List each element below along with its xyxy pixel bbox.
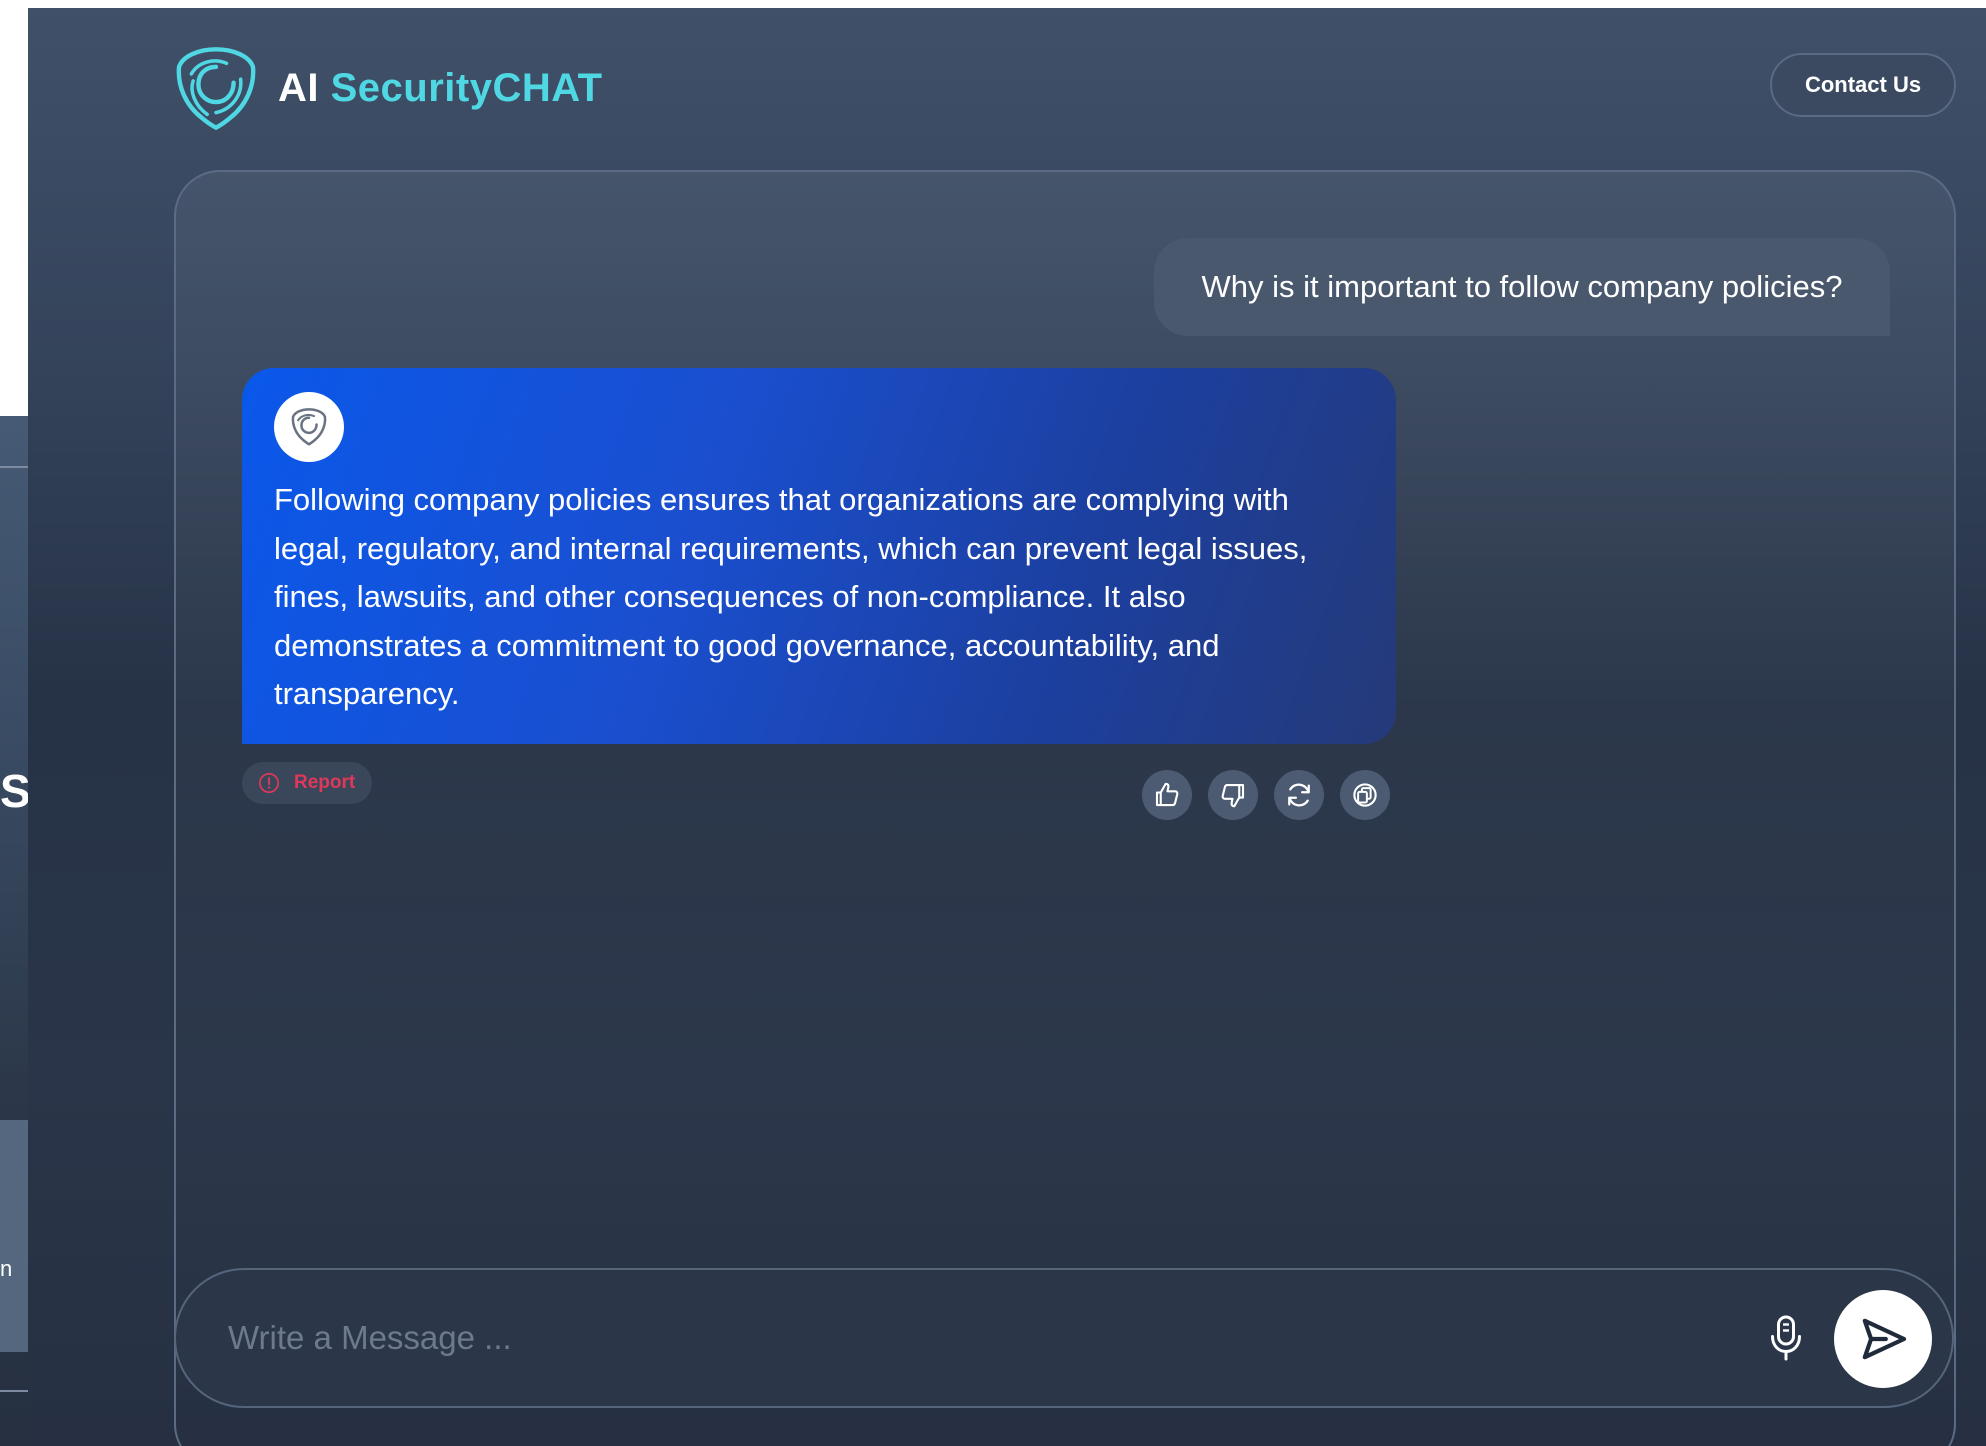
send-button[interactable] xyxy=(1834,1290,1932,1388)
copy-icon xyxy=(1353,783,1377,807)
thumbs-up-icon xyxy=(1155,782,1179,807)
voice-input-button[interactable] xyxy=(1756,1306,1816,1370)
assistant-message-bubble: Following company policies ensures that … xyxy=(242,368,1396,744)
assistant-message-text: Following company policies ensures that … xyxy=(274,482,1308,711)
background-window-divider xyxy=(0,1390,28,1392)
background-window-heading: S xyxy=(0,766,28,816)
thumbs-down-icon xyxy=(1221,783,1245,808)
report-label: Report xyxy=(294,772,356,793)
alert-circle-icon xyxy=(259,773,279,793)
microphone-icon xyxy=(1771,1315,1801,1361)
chat-app-window: AI SecurityCHAT Contact Us Why is it imp… xyxy=(28,8,1986,1446)
regenerate-button[interactable] xyxy=(1274,770,1324,820)
regenerate-icon xyxy=(1288,783,1310,807)
brand[interactable]: AI SecurityCHAT xyxy=(172,42,603,134)
brand-title: AI SecurityCHAT xyxy=(278,68,603,108)
send-icon xyxy=(1862,1318,1907,1360)
user-message-bubble: Why is it important to follow company po… xyxy=(1154,238,1890,336)
dislike-button[interactable] xyxy=(1208,770,1258,820)
shield-logo-icon xyxy=(176,47,256,131)
assistant-avatar xyxy=(274,392,344,462)
chat-panel xyxy=(174,170,1956,1446)
message-input[interactable] xyxy=(228,1306,1648,1370)
background-window-white-area xyxy=(0,0,28,416)
background-window-divider xyxy=(0,466,28,468)
background-window-text: n xyxy=(0,1256,13,1281)
contact-us-button[interactable]: Contact Us xyxy=(1770,53,1956,117)
brand-title-name: SecurityCHAT xyxy=(330,66,603,110)
shield-logo-icon xyxy=(291,408,327,446)
message-composer xyxy=(174,1268,1954,1408)
brand-title-prefix: AI xyxy=(278,66,319,110)
report-button[interactable]: Report xyxy=(242,762,372,804)
copy-button[interactable] xyxy=(1340,770,1390,820)
like-button[interactable] xyxy=(1142,770,1192,820)
background-window-card xyxy=(0,1120,28,1352)
